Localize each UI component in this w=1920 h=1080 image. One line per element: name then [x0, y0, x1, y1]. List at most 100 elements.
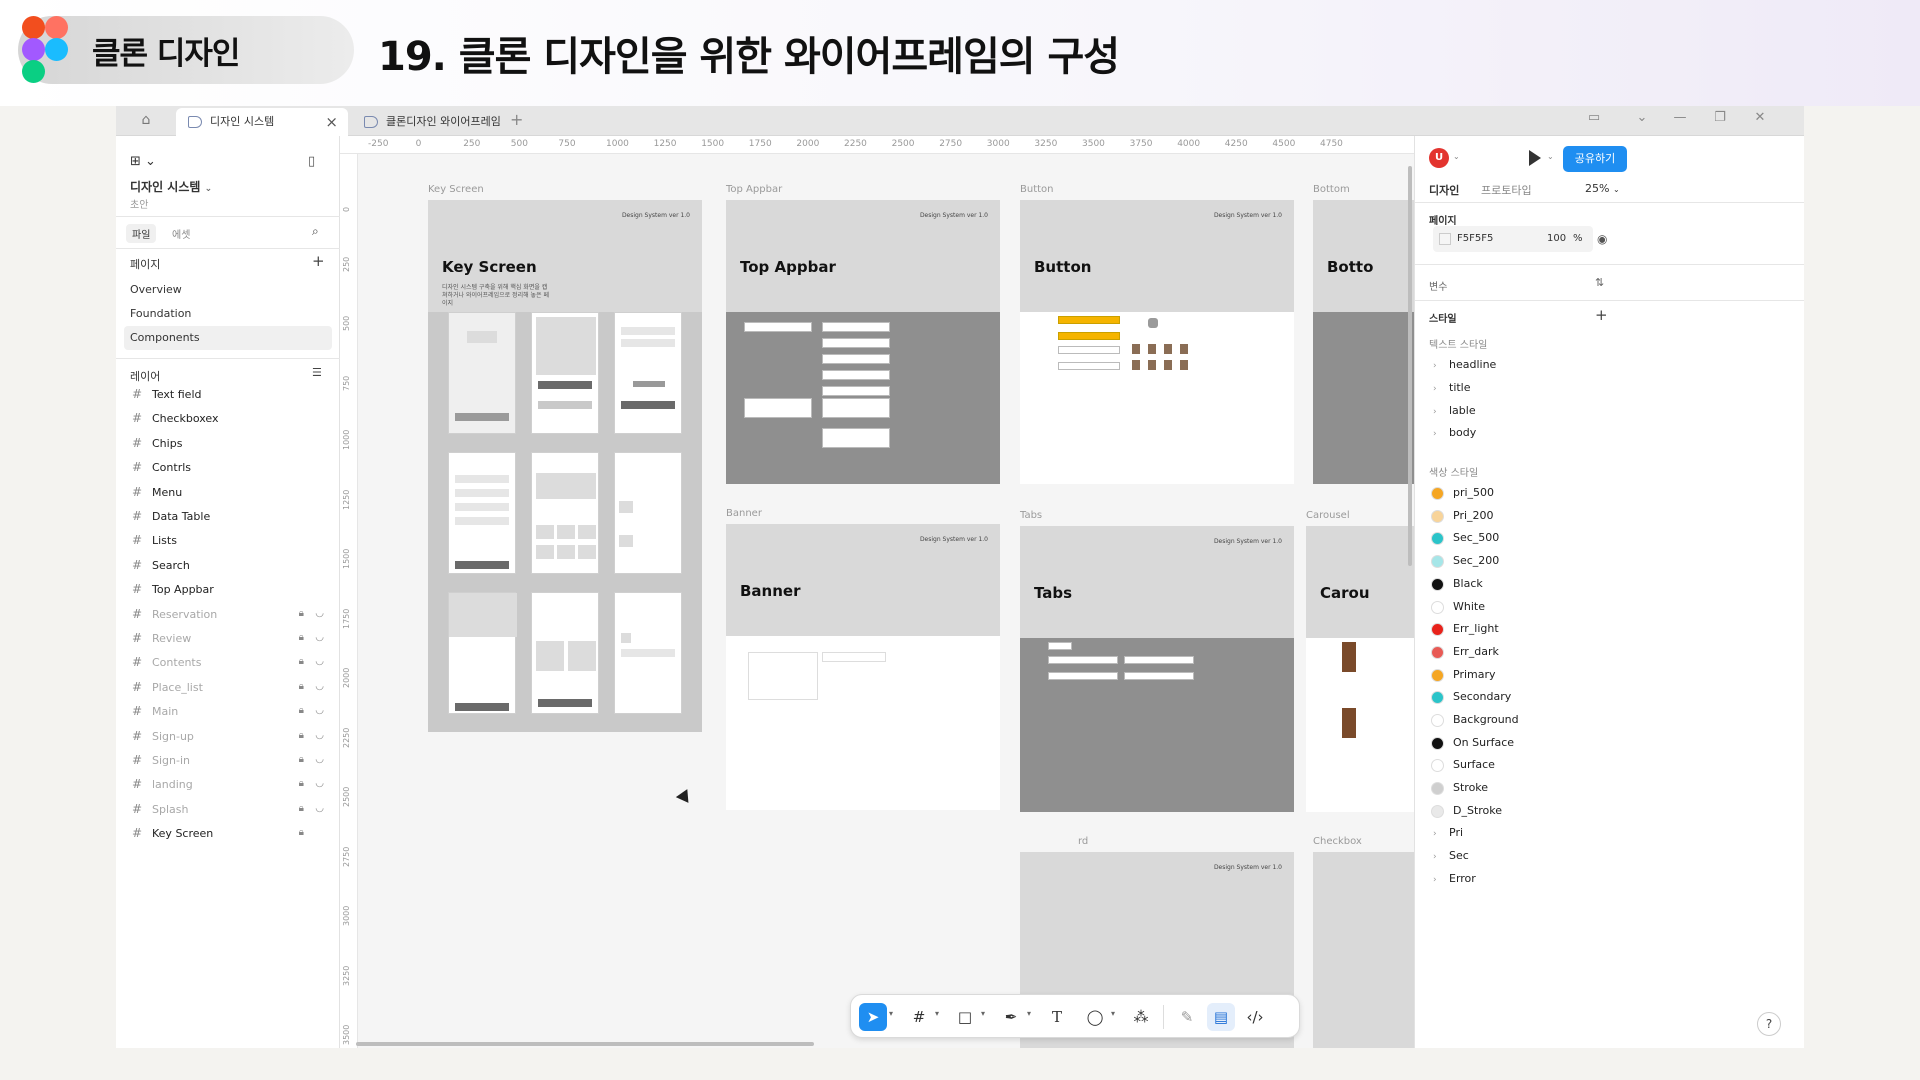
frame-label-banner[interactable]: Banner	[726, 508, 762, 519]
frame-label-key-screen[interactable]: Key Screen	[428, 184, 484, 195]
help-button[interactable]: ?	[1757, 1012, 1781, 1036]
layers-list-icon[interactable]: ☰	[312, 366, 322, 379]
layer-item[interactable]: # Data Table	[132, 504, 332, 528]
layer-item[interactable]: # Main 🔒︎ ◡	[132, 699, 332, 723]
chevron-down-icon[interactable]: ⌄	[1453, 152, 1460, 161]
text-style-item[interactable]: › title	[1433, 377, 1471, 399]
design-mode-icon[interactable]: ▤	[1207, 1003, 1235, 1031]
tab-prototype[interactable]: 프로토타입	[1481, 182, 1532, 198]
color-style-item[interactable]: Primary	[1431, 664, 1496, 686]
minimize-icon[interactable]: —	[1666, 110, 1694, 125]
page-item-overview[interactable]: Overview	[124, 278, 332, 302]
hidden-eye-icon[interactable]: ◡	[315, 772, 324, 796]
horizontal-scrollbar[interactable]	[356, 1042, 814, 1046]
lock-icon[interactable]: 🔒︎	[299, 626, 304, 650]
frame-carousel[interactable]: Carou	[1306, 526, 1414, 812]
chevron-down-icon[interactable]: ▾	[889, 1009, 893, 1018]
window-mode-icon[interactable]: ▭	[1580, 110, 1608, 125]
color-style-item[interactable]: Stroke	[1431, 777, 1488, 799]
tab-clone-wireframe[interactable]: 클론디자인 와이어프레임 준비	[352, 108, 508, 156]
color-style-item[interactable]: Surface	[1431, 754, 1495, 776]
text-style-item[interactable]: › headline	[1433, 354, 1496, 376]
layer-item[interactable]: # Contrls	[132, 455, 332, 479]
color-style-item[interactable]: Sec_500	[1431, 527, 1499, 549]
eye-icon[interactable]: ◉	[1597, 232, 1607, 246]
lock-icon[interactable]: 🔒︎	[299, 821, 304, 845]
frame-label-top-appbar[interactable]: Top Appbar	[726, 184, 782, 195]
layer-item[interactable]: # Chips	[132, 431, 332, 455]
frame-label-card[interactable]: rd	[1078, 836, 1088, 847]
lock-icon[interactable]: 🔒︎	[299, 748, 304, 772]
layer-item[interactable]: # Reservation 🔒︎ ◡	[132, 602, 332, 626]
frame-top-appbar[interactable]: Design System ver 1.0 Top Appbar	[726, 200, 1000, 484]
color-style-item[interactable]: pri_500	[1431, 482, 1494, 504]
present-icon[interactable]	[1529, 150, 1541, 166]
chevron-down-icon[interactable]: ▾	[981, 1009, 985, 1018]
hidden-eye-icon[interactable]: ◡	[315, 748, 324, 772]
close-icon[interactable]: ×	[325, 108, 338, 136]
window-close-icon[interactable]: ✕	[1746, 110, 1774, 125]
page-item-foundation[interactable]: Foundation	[124, 302, 332, 326]
layer-item[interactable]: # Lists	[132, 528, 332, 552]
lock-icon[interactable]: 🔒︎	[299, 772, 304, 796]
chevron-down-icon[interactable]: ⌄	[1547, 152, 1554, 161]
add-page-icon[interactable]: +	[312, 252, 325, 270]
sidebar-toggle-icon[interactable]: ▯	[308, 154, 315, 169]
color-style-item[interactable]: Background	[1431, 709, 1519, 731]
text-style-item[interactable]: › lable	[1433, 400, 1476, 422]
actions-icon[interactable]: ⁂	[1127, 1003, 1155, 1031]
new-tab-icon[interactable]: +	[510, 110, 523, 129]
color-style-item[interactable]: Err_light	[1431, 618, 1499, 640]
search-icon[interactable]: ⌕	[312, 224, 319, 239]
comment-tool-icon[interactable]: ◯	[1081, 1003, 1109, 1031]
main-menu-icon[interactable]: ⊞ ⌄	[130, 154, 156, 169]
tab-design-system[interactable]: 디자인 시스템 ×	[176, 108, 348, 136]
frame-label-carousel[interactable]: Carousel	[1306, 510, 1350, 521]
frame-checkbox[interactable]	[1313, 852, 1414, 1048]
page-opacity-value[interactable]: 100	[1547, 233, 1566, 244]
color-style-item[interactable]: D_Stroke	[1431, 800, 1502, 822]
color-style-item[interactable]: On Surface	[1431, 732, 1514, 754]
layer-item[interactable]: # Place_list 🔒︎ ◡	[132, 675, 332, 699]
layer-item[interactable]: # Splash 🔒︎ ◡	[132, 797, 332, 821]
layer-item[interactable]: # landing 🔒︎ ◡	[132, 772, 332, 796]
layer-item[interactable]: # Text field	[132, 382, 332, 406]
vertical-scrollbar[interactable]	[1408, 166, 1412, 566]
color-style-item[interactable]: White	[1431, 596, 1485, 618]
frame-tool-icon[interactable]: #	[905, 1003, 933, 1031]
layer-item[interactable]: # Contents 🔒︎ ◡	[132, 650, 332, 674]
color-style-item[interactable]: Sec_200	[1431, 550, 1499, 572]
frame-banner[interactable]: Design System ver 1.0 Banner	[726, 524, 1000, 810]
hidden-eye-icon[interactable]: ◡	[315, 724, 324, 748]
tab-file[interactable]: 파일	[126, 224, 157, 243]
chevron-down-icon[interactable]: ⌄	[1628, 110, 1656, 125]
avatar[interactable]: U	[1429, 148, 1449, 168]
chevron-down-icon[interactable]: ▾	[1027, 1009, 1031, 1018]
page-color-value[interactable]: F5F5F5	[1457, 233, 1493, 244]
style-group-item[interactable]: › Pri	[1433, 822, 1463, 844]
layer-item[interactable]: # Review 🔒︎ ◡	[132, 626, 332, 650]
chevron-down-icon[interactable]: ▾	[1111, 1009, 1115, 1018]
style-group-item[interactable]: › Error	[1433, 868, 1476, 890]
layer-item[interactable]: # Menu	[132, 480, 332, 504]
frame-label-tabs[interactable]: Tabs	[1020, 510, 1042, 521]
lock-icon[interactable]: 🔒︎	[299, 724, 304, 748]
frame-key-screen[interactable]: Design System ver 1.0 Key Screen 디자인 시스템…	[428, 200, 702, 732]
lock-icon[interactable]: 🔒︎	[299, 797, 304, 821]
frame-bottom[interactable]: Botto	[1313, 200, 1414, 484]
move-tool-icon[interactable]: ➤	[859, 1003, 887, 1031]
page-color-swatch[interactable]	[1439, 233, 1451, 245]
zoom-level[interactable]: 25% ⌄	[1585, 182, 1620, 195]
share-button[interactable]: 공유하기	[1563, 146, 1627, 172]
color-style-item[interactable]: Black	[1431, 573, 1483, 595]
pen-tool-icon[interactable]: ✒	[997, 1003, 1025, 1031]
page-item-components[interactable]: Components	[124, 326, 332, 350]
hidden-eye-icon[interactable]: ◡	[315, 699, 324, 723]
chevron-down-icon[interactable]: ▾	[935, 1009, 939, 1018]
frame-label-button[interactable]: Button	[1020, 184, 1054, 195]
tab-assets[interactable]: 에셋	[172, 226, 190, 241]
layer-item[interactable]: # Checkboxex	[132, 406, 332, 430]
draw-mode-icon[interactable]: ✎	[1173, 1003, 1201, 1031]
frame-button[interactable]: Design System ver 1.0 Button	[1020, 200, 1294, 484]
frame-label-bottom[interactable]: Bottom	[1313, 184, 1350, 195]
